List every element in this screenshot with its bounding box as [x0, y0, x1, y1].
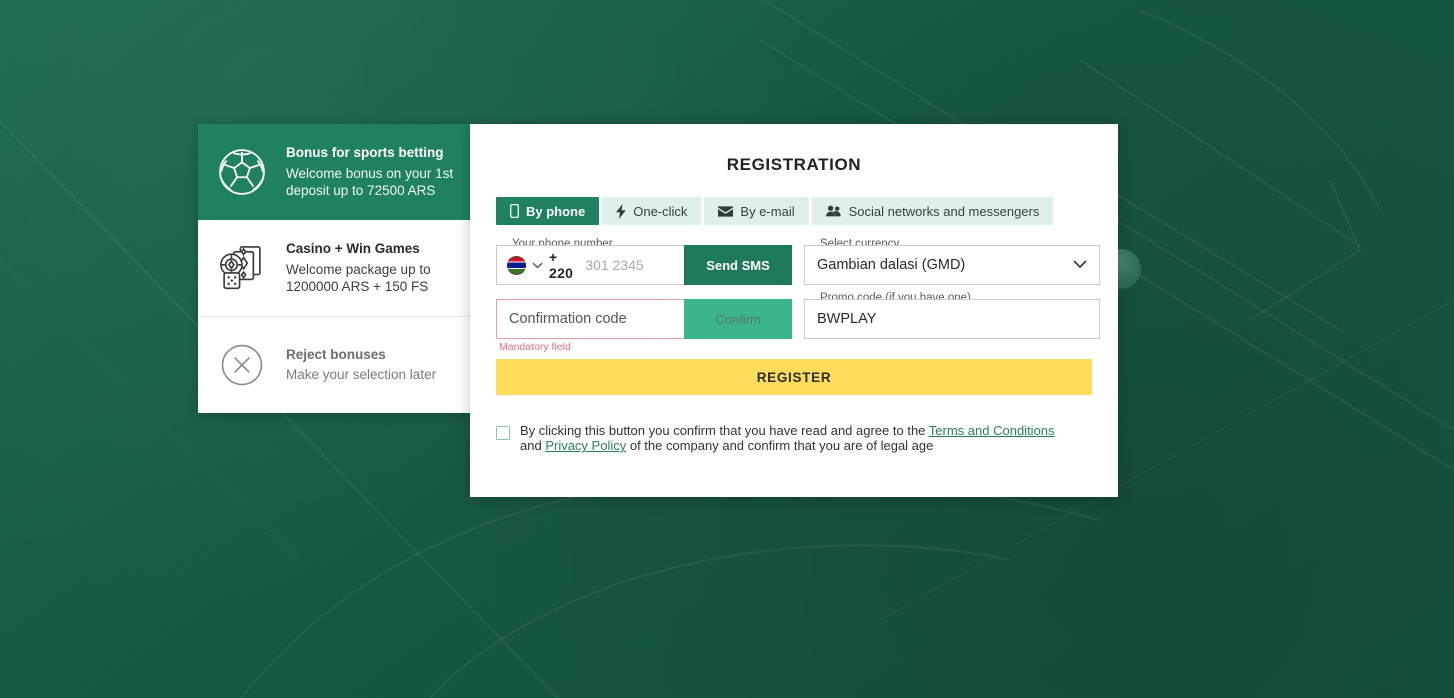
- send-sms-button[interactable]: Send SMS: [684, 245, 792, 285]
- bonus-card-title: Casino + Win Games: [286, 241, 420, 257]
- tab-one-click[interactable]: One-click: [602, 197, 702, 225]
- football-icon: [212, 142, 272, 202]
- terms-text-part1: By clicking this button you confirm that…: [520, 423, 929, 438]
- registration-fields-grid: Your phone number + 220 Send SMS: [496, 238, 1100, 353]
- dial-code: + 220: [549, 249, 574, 281]
- bonus-card-text: Bonus for sports betting Welcome bonus o…: [286, 144, 454, 199]
- tab-label: By phone: [526, 203, 586, 219]
- bonus-card-title: Bonus for sports betting: [286, 145, 444, 161]
- phone-number-input[interactable]: [579, 257, 684, 273]
- phone-number-field: Your phone number + 220 Send SMS: [496, 238, 792, 285]
- tab-label: Social networks and messengers: [848, 203, 1040, 219]
- registration-method-tabs: By phone One-click By e-mail Social netw…: [496, 197, 1092, 225]
- confirmation-error-message: Mandatory field: [499, 341, 571, 353]
- currency-select[interactable]: Gambian dalasi (GMD): [805, 246, 1099, 284]
- envelope-icon: [718, 205, 734, 217]
- bonus-card-text: Reject bonuses Make your selection later: [286, 346, 454, 384]
- confirmation-input-wrapper: Confirm: [496, 299, 792, 339]
- register-button[interactable]: REGISTER: [496, 359, 1092, 395]
- mobile-phone-icon: [510, 204, 519, 218]
- registration-form-panel: REGISTRATION By phone One-click By e-mai…: [470, 124, 1118, 497]
- bonus-card-subtitle: Welcome package up to 1200000 ARS + 150 …: [286, 261, 431, 295]
- chevron-down-icon: [1073, 257, 1087, 273]
- promo-input-wrapper: [804, 299, 1100, 339]
- currency-field: Select currency Gambian dalasi (GMD): [804, 238, 1100, 285]
- currency-select-wrapper[interactable]: Gambian dalasi (GMD): [804, 245, 1100, 285]
- tab-by-phone[interactable]: By phone: [496, 197, 600, 225]
- registration-dialog: Bonus for sports betting Welcome bonus o…: [198, 124, 1118, 497]
- tab-social-networks[interactable]: Social networks and messengers: [811, 197, 1054, 225]
- confirmation-code-field: Confirm Mandatory field: [496, 299, 792, 353]
- phone-inner: + 220: [497, 246, 684, 284]
- casino-chips-cards-icon: [212, 238, 272, 298]
- lightning-bolt-icon: [616, 203, 627, 219]
- promo-code-field: Promo code (if you have one): [804, 292, 1100, 339]
- bonus-card-sports[interactable]: Bonus for sports betting Welcome bonus o…: [198, 124, 470, 220]
- terms-checkbox[interactable]: [496, 426, 510, 440]
- users-group-icon: [825, 205, 842, 217]
- terms-text: By clicking this button you confirm that…: [520, 423, 1068, 454]
- privacy-policy-link[interactable]: Privacy Policy: [545, 438, 626, 453]
- bonus-card-reject[interactable]: Reject bonuses Make your selection later: [198, 316, 470, 413]
- bonus-card-subtitle: Welcome bonus on your 1st deposit up to …: [286, 165, 454, 199]
- confirm-button[interactable]: Confirm: [684, 299, 792, 339]
- terms-and-conditions-link[interactable]: Terms and Conditions: [929, 423, 1055, 438]
- bonus-selection-panel: Bonus for sports betting Welcome bonus o…: [198, 124, 470, 413]
- tab-label: One-click: [633, 203, 688, 219]
- bonus-card-text: Casino + Win Games Welcome package up to…: [286, 240, 454, 295]
- promo-code-input[interactable]: [805, 300, 1099, 338]
- bonus-card-casino[interactable]: Casino + Win Games Welcome package up to…: [198, 220, 470, 316]
- terms-text-part2: and: [520, 438, 546, 454]
- confirmation-code-input[interactable]: [497, 300, 684, 338]
- phone-input-wrapper: + 220 Send SMS: [496, 245, 792, 285]
- terms-agreement: By clicking this button you confirm that…: [496, 423, 1092, 454]
- currency-value: Gambian dalasi (GMD): [817, 257, 966, 273]
- page-title: REGISTRATION: [726, 155, 862, 174]
- bonus-card-subtitle: Make your selection later: [286, 367, 437, 383]
- country-chevron-down-icon[interactable]: [532, 256, 543, 274]
- circle-x-icon: [212, 335, 272, 395]
- terms-text-part3: of the company and confirm that you are …: [626, 438, 934, 454]
- tab-label: By e-mail: [740, 203, 795, 219]
- bonus-card-title: Reject bonuses: [286, 347, 386, 363]
- gambia-flag-icon[interactable]: [507, 255, 526, 275]
- tab-by-email[interactable]: By e-mail: [704, 197, 809, 225]
